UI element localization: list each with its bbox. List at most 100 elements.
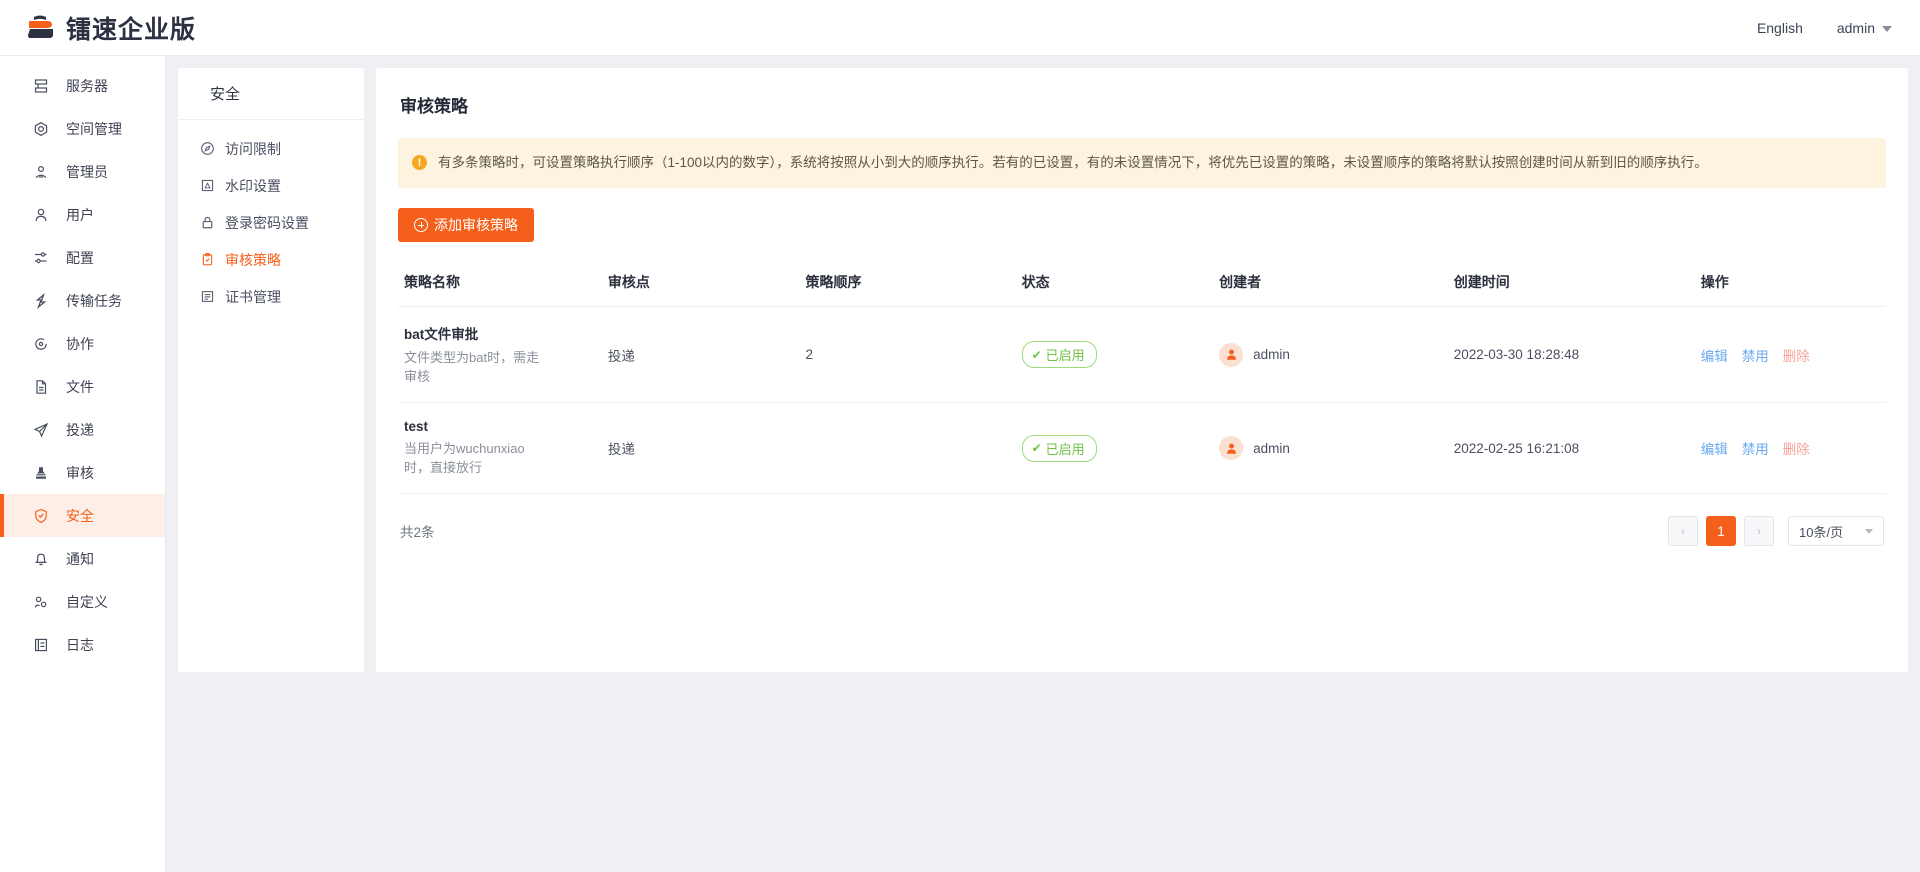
sidebar-item-user[interactable]: 用户 (0, 193, 165, 236)
top-bar: 镭速企业版 English admin (0, 0, 1920, 56)
delete-link[interactable]: 删除 (1783, 345, 1810, 365)
avatar-user-icon (1226, 443, 1236, 454)
policy-description: 当用户为wuchunxiao时，直接放行 (404, 441, 525, 475)
page-size-select[interactable]: 10条/页 (1788, 516, 1884, 546)
cell-creator: admin (1219, 306, 1454, 403)
chevron-down-icon (1882, 25, 1892, 32)
column-header-audit-point: 审核点 (607, 264, 806, 307)
collaboration-icon (32, 335, 49, 352)
secondary-sidebar-title: 安全 (178, 68, 364, 120)
table-body: bat文件审批 文件类型为bat时，需走审核 投递 2 ✔ 已启用 admin … (398, 306, 1886, 494)
sidebar-item-collaboration[interactable]: 协作 (0, 322, 165, 365)
cell-policy-name: bat文件审批 文件类型为bat时，需走审核 (398, 306, 608, 403)
sidebar-item-file[interactable]: 文件 (0, 365, 165, 408)
space-icon (32, 120, 49, 137)
edit-link[interactable]: 编辑 (1701, 438, 1728, 458)
secondary-sidebar-list: 访问限制 水印设置 登录密码设置 审核策略 证书管理 (178, 120, 364, 315)
subnav-item-access-restriction[interactable]: 访问限制 (178, 130, 364, 167)
cell-created-time: 2022-03-30 18:28:48 (1453, 306, 1701, 403)
page-size-label: 10条/页 (1799, 524, 1844, 540)
audit-policy-table: 策略名称 审核点 策略顺序 状态 创建者 创建时间 操作 bat文件审批 文件类… (398, 264, 1886, 494)
sidebar-item-label: 协作 (66, 335, 94, 352)
sidebar-item-config[interactable]: 配置 (0, 236, 165, 279)
app-root: 镭速企业版 English admin 服务器 空间管理 管理员 用户 配置 传… (0, 0, 1920, 872)
sidebar-item-label: 日志 (66, 636, 94, 653)
cell-policy-order (805, 402, 1022, 494)
subnav-item-label: 访问限制 (225, 140, 281, 157)
avatar (1219, 436, 1244, 460)
language-switch[interactable]: English (1757, 20, 1803, 36)
sidebar-item-transfer[interactable]: 传输任务 (0, 279, 165, 322)
warning-icon: ! (412, 155, 427, 170)
row-operations: 编辑 禁用 删除 (1701, 345, 1886, 365)
cell-policy-name: test 当用户为wuchunxiao时，直接放行 (398, 402, 608, 494)
avatar-user-icon (1226, 349, 1236, 360)
customize-icon (32, 593, 49, 610)
certificate-icon (200, 289, 215, 304)
avatar (1219, 342, 1244, 367)
transfer-icon (32, 292, 49, 309)
subnav-item-login-password[interactable]: 登录密码设置 (178, 204, 364, 241)
next-page-button[interactable]: › (1744, 516, 1774, 546)
top-bar-right: English admin (1757, 20, 1892, 36)
table-row: bat文件审批 文件类型为bat时，需走审核 投递 2 ✔ 已启用 admin … (398, 306, 1886, 403)
prev-page-button[interactable]: ‹ (1668, 516, 1698, 546)
sidebar-item-notification[interactable]: 通知 (0, 537, 165, 580)
subnav-item-label: 登录密码设置 (225, 214, 309, 231)
sidebar-item-label: 安全 (66, 507, 94, 524)
page-number-1[interactable]: 1 (1706, 516, 1736, 546)
server-icon (32, 77, 49, 94)
cell-creator: admin (1219, 402, 1454, 494)
disable-link[interactable]: 禁用 (1742, 345, 1769, 365)
user-menu[interactable]: admin (1837, 20, 1892, 36)
sidebar-item-send[interactable]: 投递 (0, 408, 165, 451)
logo-icon (26, 14, 56, 42)
policy-description: 文件类型为bat时，需走审核 (404, 350, 540, 384)
cell-audit-point: 投递 (607, 306, 806, 403)
sidebar-item-customize[interactable]: 自定义 (0, 580, 165, 623)
creator-name: admin (1253, 440, 1290, 456)
sidebar-item-label: 服务器 (66, 77, 108, 94)
sidebar-item-space[interactable]: 空间管理 (0, 107, 165, 150)
sidebar-item-log[interactable]: 日志 (0, 623, 165, 666)
sidebar-item-server[interactable]: 服务器 (0, 64, 165, 107)
table-footer: 共2条 ‹ 1 › 10条/页 (398, 516, 1886, 546)
pagination: ‹ 1 › 10条/页 (1668, 516, 1884, 546)
subnav-item-audit-policy[interactable]: 审核策略 (178, 241, 364, 278)
settings-sliders-icon (32, 249, 49, 266)
bell-icon (32, 550, 49, 567)
cell-status: ✔ 已启用 (1021, 306, 1220, 403)
edit-link[interactable]: 编辑 (1701, 345, 1728, 365)
chevron-down-icon (1865, 528, 1873, 534)
sidebar-item-audit[interactable]: 审核 (0, 451, 165, 494)
sidebar-item-label: 用户 (66, 206, 94, 223)
subnav-item-certificate[interactable]: 证书管理 (178, 278, 364, 315)
sidebar-item-admin[interactable]: 管理员 (0, 150, 165, 193)
creator: admin (1219, 436, 1454, 460)
brand-logo[interactable]: 镭速企业版 (26, 10, 196, 46)
column-header-policy-name: 策略名称 (398, 264, 608, 307)
subnav-item-label: 水印设置 (225, 177, 281, 194)
policy-name: bat文件审批 (404, 327, 479, 342)
user-icon (32, 206, 49, 223)
creator-name: admin (1253, 347, 1290, 362)
brand-name: 镭速企业版 (66, 14, 197, 44)
sidebar-item-label: 传输任务 (66, 292, 122, 309)
admin-icon (32, 163, 49, 180)
delete-link[interactable]: 删除 (1783, 438, 1810, 458)
disable-link[interactable]: 禁用 (1742, 438, 1769, 458)
file-icon (32, 378, 49, 395)
send-icon (32, 421, 49, 438)
subnav-item-watermark[interactable]: 水印设置 (178, 167, 364, 204)
sidebar-item-label: 文件 (66, 378, 94, 395)
sidebar-item-label: 审核 (66, 464, 94, 481)
clipboard-check-icon (200, 252, 215, 267)
sidebar-item-security[interactable]: 安全 (0, 494, 165, 537)
stamp-icon (32, 464, 49, 481)
add-audit-policy-button[interactable]: 添加审核策略 (398, 208, 534, 242)
cell-status: ✔ 已启用 (1021, 402, 1220, 494)
check-icon: ✔ (1031, 441, 1042, 455)
cell-operations: 编辑 禁用 删除 (1700, 402, 1886, 494)
compass-icon (200, 141, 215, 156)
plus-circle-icon (414, 218, 428, 232)
